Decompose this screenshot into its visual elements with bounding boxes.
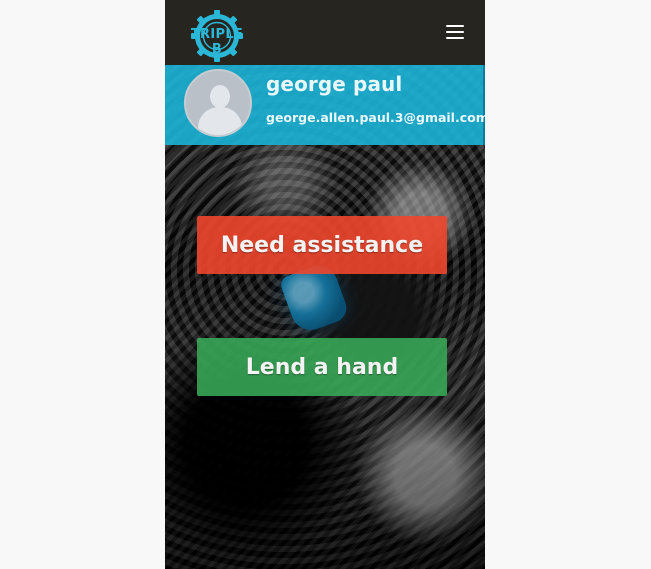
logo-text: TRIPLE B <box>190 27 244 57</box>
default-avatar-icon[interactable] <box>184 69 252 137</box>
profile-name: george paul <box>266 72 403 96</box>
avatar-body <box>198 107 242 135</box>
avatar-head <box>210 85 230 108</box>
hamburger-bar <box>446 25 464 27</box>
hamburger-bar <box>446 31 464 33</box>
logo[interactable]: TRIPLE B <box>186 10 248 62</box>
mobile-viewport: TRIPLE B george paul george.allen.paul.3… <box>165 0 485 569</box>
need-assistance-button[interactable]: Need assistance <box>197 216 447 274</box>
hamburger-bar <box>446 37 464 39</box>
profile-email: george.allen.paul.3@gmail.com <box>266 110 485 125</box>
hamburger-menu-icon[interactable] <box>446 24 464 40</box>
lend-a-hand-button[interactable]: Lend a hand <box>197 338 447 396</box>
profile-banner: george paul george.allen.paul.3@gmail.co… <box>165 65 485 145</box>
top-navbar: TRIPLE B <box>165 0 485 65</box>
